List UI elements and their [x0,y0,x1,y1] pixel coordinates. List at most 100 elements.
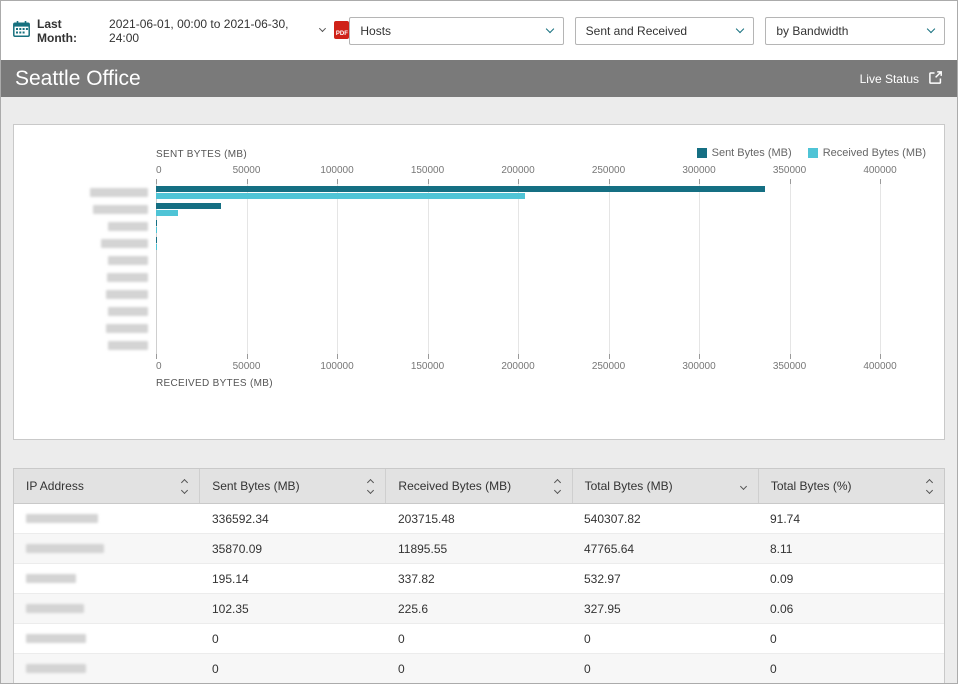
cell-ip-redacted [14,534,200,563]
date-range-value: 2021-06-01, 00:00 to 2021-06-30, 24:00 [109,17,313,45]
chart-bar-row[interactable] [156,320,880,337]
cell-received: 11895.55 [386,534,572,563]
chart-xticks-top: 0500001000001500002000002500003000003500… [156,163,880,179]
table-row[interactable]: 336592.34203715.48540307.8291.74 [14,504,944,533]
chart-bar-row[interactable] [156,269,880,286]
column-header-total-bytes-mb[interactable]: Total Bytes (MB) [572,469,758,503]
table-row[interactable]: 102.35225.6327.950.06 [14,593,944,623]
table-row[interactable]: 0000 [14,653,944,683]
received-swatch-icon [808,148,818,158]
table-body: 336592.34203715.48540307.8291.7435870.09… [14,504,944,683]
external-link-icon [928,70,943,88]
table-header: IP Address Sent Bytes (MB) Received Bytes … [14,469,944,504]
chevron-down-icon [545,24,553,32]
column-label: Received Bytes (MB) [398,479,511,493]
tick-label: 350000 [773,361,806,372]
cell-ip-redacted [14,654,200,683]
chart-bar-row[interactable] [156,337,880,354]
tick-label: 0 [156,165,162,176]
top-toolbar: Last Month: 2021-06-01, 00:00 to 2021-06… [1,1,957,60]
tick-label: 100000 [320,361,353,372]
cell-sent: 0 [200,624,386,653]
column-header-sent-bytes-mb[interactable]: Sent Bytes (MB) [199,469,385,503]
cell-sent: 0 [200,654,386,683]
cell-ip-redacted [14,594,200,623]
sort-icon [555,480,560,493]
column-header-total-bytes[interactable]: Total Bytes (%) [758,469,944,503]
tick-label: 400000 [863,361,896,372]
tick-label: 350000 [773,165,806,176]
chart-plot [156,184,880,354]
chart-ylabel-redacted [14,337,156,354]
table-row[interactable]: 195.14337.82532.970.09 [14,563,944,593]
report-type-dropdown[interactable]: Hosts [349,17,563,45]
chart-ylabel-redacted [14,235,156,252]
cell-received: 225.6 [386,594,572,623]
tick-label: 200000 [501,361,534,372]
legend-item-received: Received Bytes (MB) [808,147,926,159]
tick-label: 150000 [411,165,444,176]
cell-total_mb: 327.95 [572,594,758,623]
received-bar[interactable] [156,244,157,250]
cell-total_pct: 0.06 [758,594,944,623]
column-header-received-bytes-mb[interactable]: Received Bytes (MB) [385,469,571,503]
sort-mode-dropdown[interactable]: by Bandwidth [765,17,945,45]
tick-label: 100000 [320,165,353,176]
sort-icon [182,480,187,493]
cell-total_pct: 8.11 [758,534,944,563]
live-status-label: Live Status [860,72,919,86]
chevron-down-icon [927,24,935,32]
tick-label: 250000 [592,361,625,372]
column-label: Total Bytes (%) [771,479,852,493]
sort-icon [741,484,746,489]
calendar-icon [13,21,30,40]
tick-label: 0 [156,361,162,372]
chart-bar-row[interactable] [156,286,880,303]
cell-sent: 35870.09 [200,534,386,563]
chart-ylabel-redacted [14,269,156,286]
received-bar[interactable] [156,193,525,199]
received-bar[interactable] [156,210,178,216]
cell-received: 337.82 [386,564,572,593]
sent-bar[interactable] [156,220,157,226]
chart-bar-row[interactable] [156,184,880,201]
dropdown-value: by Bandwidth [776,24,848,38]
column-header-ip-address[interactable]: IP Address [14,469,199,503]
live-status-link[interactable]: Live Status [860,70,943,88]
cell-received: 203715.48 [386,504,572,533]
sent-bar[interactable] [156,186,765,192]
chart-ylabel-redacted [14,286,156,303]
chart-ylabel-redacted [14,184,156,201]
sort-icon [368,480,373,493]
chart-ylabels [14,149,156,392]
chart-bar-row[interactable] [156,303,880,320]
legend-item-sent: Sent Bytes (MB) [697,147,792,159]
chart-legend: Sent Bytes (MB) Received Bytes (MB) [697,147,926,159]
hosts-table: IP Address Sent Bytes (MB) Received Bytes … [13,468,945,684]
chart-bar-row[interactable] [156,235,880,252]
export-pdf-button[interactable]: PDF [334,21,349,40]
sent-bar[interactable] [156,203,221,209]
date-range-picker[interactable]: Last Month: 2021-06-01, 00:00 to 2021-06… [13,17,324,45]
column-label: Total Bytes (MB) [585,479,673,493]
sent-bar[interactable] [156,237,157,243]
chart-bar-row[interactable] [156,252,880,269]
chart-bar-row[interactable] [156,218,880,235]
chart-ylabel-redacted [14,303,156,320]
tick-label: 50000 [233,361,261,372]
cell-total_pct: 0 [758,624,944,653]
pdf-icon: PDF [334,21,349,39]
cell-sent: 336592.34 [200,504,386,533]
chart-ylabel-redacted [14,320,156,337]
chart-plot-column: SENT BYTES (MB) 050000100000150000200000… [156,149,880,392]
cell-ip-redacted [14,504,200,533]
cell-sent: 102.35 [200,594,386,623]
direction-dropdown[interactable]: Sent and Received [575,17,755,45]
table-row[interactable]: 0000 [14,623,944,653]
column-label: Sent Bytes (MB) [212,479,299,493]
received-bar[interactable] [156,227,157,233]
chart-bar-row[interactable] [156,201,880,218]
table-row[interactable]: 35870.0911895.5547765.648.11 [14,533,944,563]
tick-mark [880,354,881,359]
chart-panel: Sent Bytes (MB) Received Bytes (MB) SENT… [13,124,945,440]
